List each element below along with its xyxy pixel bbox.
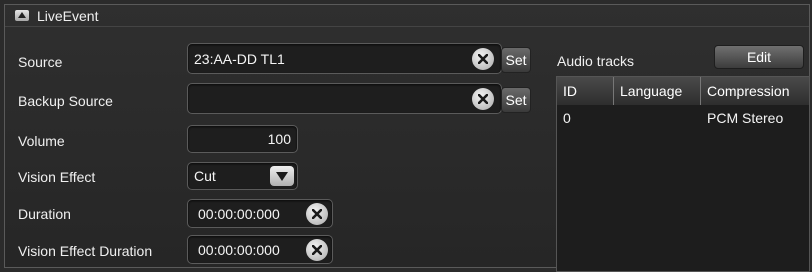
panel-header: LiveEvent	[5, 5, 809, 27]
clear-x-icon	[478, 94, 488, 104]
vision-effect-label: Vision Effect	[18, 169, 96, 185]
duration-clear-button[interactable]	[306, 203, 328, 225]
audio-tracks-title: Audio tracks	[557, 53, 635, 69]
collapse-triangle-icon	[18, 12, 26, 18]
live-event-panel: LiveEvent Source 23:AA-DD TL1 Set Backup…	[4, 4, 810, 272]
panel-title: LiveEvent	[37, 8, 99, 24]
vision-effect-duration-value: 00:00:00:000	[198, 242, 280, 258]
collapse-button[interactable]	[15, 10, 29, 21]
audio-tracks-table: ID Language Compression 0 PCM Stereo	[556, 76, 810, 272]
backup-source-label: Backup Source	[18, 93, 113, 109]
source-clear-button[interactable]	[472, 48, 494, 70]
clear-x-icon	[478, 54, 488, 64]
chevron-down-icon	[276, 172, 288, 181]
column-header-compression[interactable]: Compression	[701, 77, 809, 105]
duration-label: Duration	[18, 206, 71, 222]
duration-field[interactable]: 00:00:00:000	[187, 199, 333, 228]
vision-effect-dropdown-button[interactable]	[270, 166, 294, 186]
backup-source-clear-button[interactable]	[472, 88, 494, 110]
clear-x-icon	[312, 209, 322, 219]
vision-effect-duration-clear-button[interactable]	[306, 239, 328, 261]
volume-value: 100	[267, 131, 291, 147]
duration-value: 00:00:00:000	[198, 206, 280, 222]
volume-field[interactable]: 100	[187, 125, 298, 153]
source-set-button[interactable]: Set	[501, 47, 531, 73]
track-compression-cell: PCM Stereo	[707, 110, 784, 126]
source-value: 23:AA-DD TL1	[194, 51, 285, 67]
vision-effect-selected: Cut	[194, 168, 216, 184]
audio-tracks-edit-button[interactable]: Edit	[714, 45, 804, 69]
source-label: Source	[18, 54, 63, 70]
column-header-id[interactable]: ID	[557, 77, 614, 105]
column-header-language[interactable]: Language	[614, 77, 701, 105]
vision-effect-duration-label: Vision Effect Duration	[18, 243, 153, 259]
volume-label: Volume	[18, 133, 65, 149]
clear-x-icon	[312, 245, 322, 255]
vision-effect-select[interactable]: Cut	[187, 162, 298, 190]
backup-source-set-button[interactable]: Set	[501, 87, 531, 113]
source-field[interactable]: 23:AA-DD TL1	[187, 43, 502, 74]
backup-source-field[interactable]	[187, 83, 502, 114]
track-id-cell: 0	[563, 110, 571, 126]
vision-effect-duration-field[interactable]: 00:00:00:000	[187, 235, 333, 264]
